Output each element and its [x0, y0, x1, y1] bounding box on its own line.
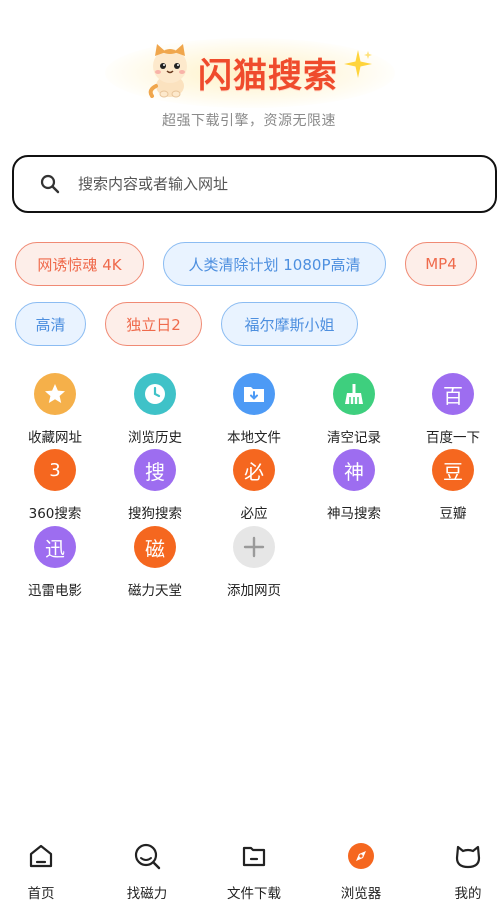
shortcut-label: 磁力天堂	[128, 583, 182, 599]
app-tagline: 超强下载引擎，资源无限速	[162, 113, 336, 129]
bottom-tab-bar: 首页 找磁力 文件下载 浏览器 我的	[0, 830, 498, 903]
tab-find-magnet[interactable]: 找磁力	[102, 830, 192, 903]
tab-label: 首页	[27, 886, 55, 902]
search-icon	[40, 174, 60, 194]
shortcut-label: 搜狗搜索	[128, 506, 182, 522]
sogou-icon: 搜	[134, 449, 176, 491]
magnet-icon: 磁	[134, 526, 176, 568]
star-icon	[34, 373, 76, 415]
shortcut-sogou[interactable]: 搜 搜狗搜索	[115, 449, 195, 522]
sparkle-icon	[344, 50, 372, 78]
shortcut-local-files[interactable]: 本地文件	[214, 373, 294, 446]
shortcut-clear-records[interactable]: 清空记录	[314, 373, 394, 446]
shortcut-favorites[interactable]: 收藏网址	[15, 373, 95, 446]
hot-tag[interactable]: 网诱惊魂 4K	[15, 242, 144, 286]
shortcut-label: 豆瓣	[439, 506, 467, 522]
tab-label: 找磁力	[126, 886, 168, 902]
shortcut-label: 浏览历史	[128, 430, 182, 446]
shortcut-label: 360搜索	[28, 506, 82, 522]
360-icon: 3	[34, 449, 76, 491]
shortcut-label: 添加网页	[227, 583, 281, 599]
xunlei-icon: 迅	[34, 526, 76, 568]
tab-label: 我的	[454, 886, 482, 902]
shenma-icon: 神	[333, 449, 375, 491]
tab-label: 文件下载	[227, 886, 281, 902]
hot-tag[interactable]: MP4	[405, 242, 477, 286]
folder-icon	[242, 846, 266, 867]
bing-icon: 必	[233, 449, 275, 491]
shortcut-bing[interactable]: 必 必应	[214, 449, 294, 522]
shortcut-label: 迅雷电影	[28, 583, 82, 599]
broom-icon	[333, 373, 375, 415]
hot-tag[interactable]: 独立日2	[105, 302, 202, 346]
hot-tag[interactable]: 人类清除计划 1080P高清	[163, 242, 386, 286]
shortcut-label: 必应	[240, 506, 268, 522]
search-input[interactable]	[78, 157, 478, 211]
cat-mascot-icon	[148, 44, 187, 98]
clock-icon	[134, 373, 176, 415]
baidu-icon: 百	[432, 373, 474, 415]
home-icon	[29, 844, 53, 868]
folder-download-icon	[233, 373, 275, 415]
hot-tag[interactable]: 福尔摩斯小姐	[221, 302, 358, 346]
plus-icon	[233, 526, 275, 568]
shortcut-label: 本地文件	[227, 430, 281, 446]
shortcut-baidu[interactable]: 百 百度一下	[413, 373, 493, 446]
shortcut-360[interactable]: 3 360搜索	[15, 449, 95, 522]
search-magnet-icon	[134, 843, 161, 870]
shortcut-douban[interactable]: 豆 豆瓣	[413, 449, 493, 522]
shortcut-label: 神马搜索	[327, 506, 381, 522]
tab-home[interactable]: 首页	[0, 830, 86, 903]
tab-label: 浏览器	[340, 886, 382, 902]
search-bar[interactable]	[12, 155, 497, 213]
shortcut-history[interactable]: 浏览历史	[115, 373, 195, 446]
hot-tag[interactable]: 高清	[15, 302, 86, 346]
shortcut-xunlei[interactable]: 迅 迅雷电影	[15, 526, 95, 599]
shortcut-add-page[interactable]: 添加网页	[214, 526, 294, 599]
compass-icon	[348, 843, 374, 869]
shortcut-label: 百度一下	[426, 430, 480, 446]
shortcut-magnet-heaven[interactable]: 磁 磁力天堂	[115, 526, 195, 599]
tab-browser[interactable]: 浏览器	[316, 830, 406, 903]
shortcut-shenma[interactable]: 神 神马搜索	[314, 449, 394, 522]
cat-face-icon	[455, 845, 481, 869]
app-header: 闪猫搜索 超强下载引擎，资源无限速	[0, 38, 498, 138]
app-title: 闪猫搜索	[198, 56, 338, 96]
douban-icon: 豆	[432, 449, 474, 491]
shortcut-label: 清空记录	[327, 430, 381, 446]
tab-mine[interactable]: 我的	[423, 830, 498, 903]
shortcut-label: 收藏网址	[28, 430, 82, 446]
tab-file-download[interactable]: 文件下载	[209, 830, 299, 903]
